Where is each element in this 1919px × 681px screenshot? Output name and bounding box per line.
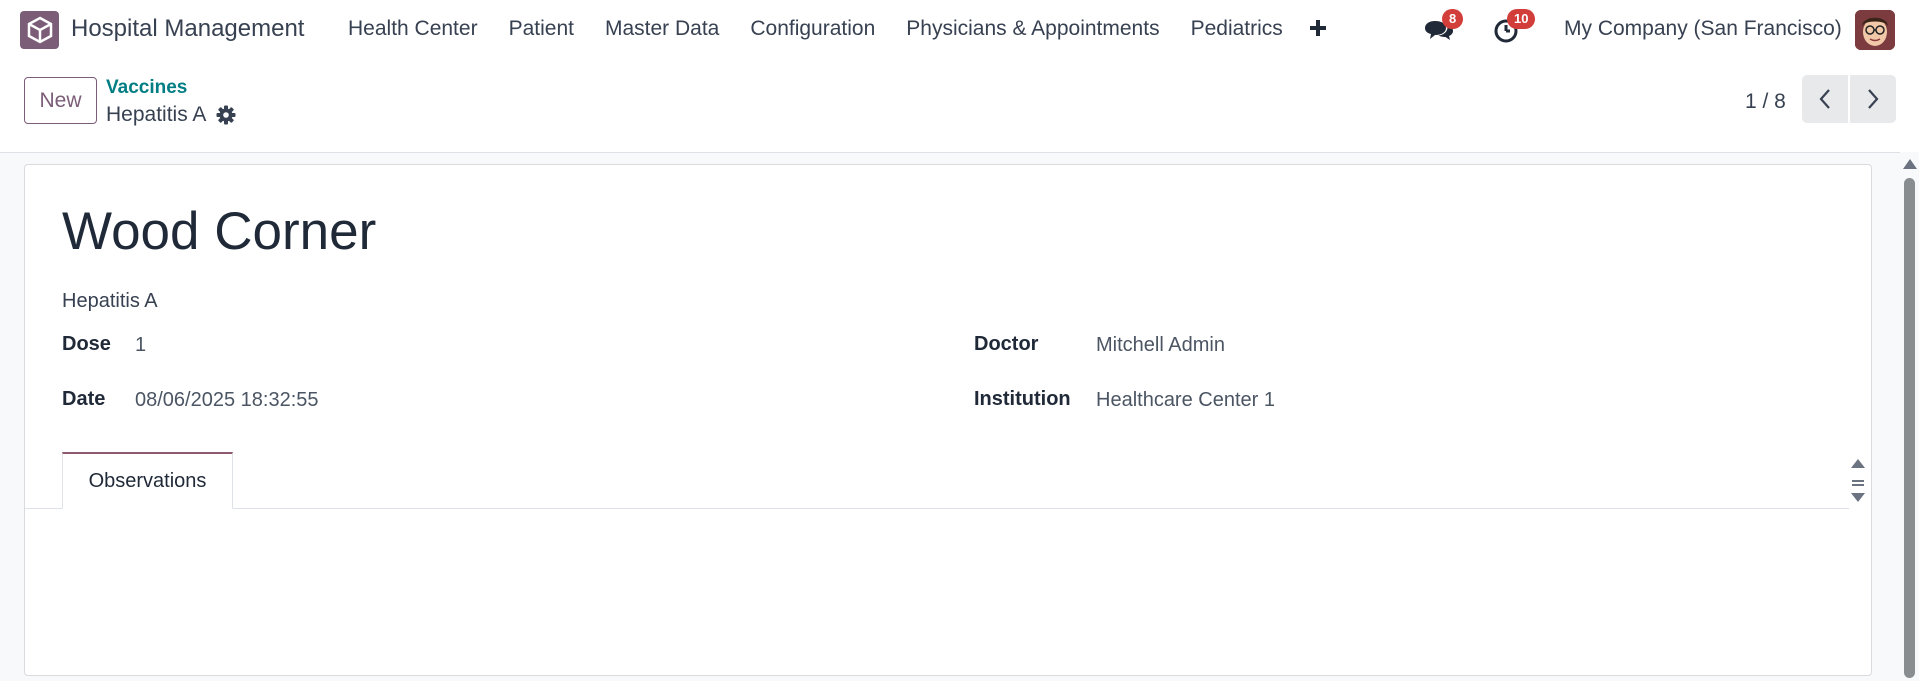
- app-logo-icon[interactable]: [20, 11, 59, 49]
- plus-icon[interactable]: [1307, 15, 1329, 41]
- institution-field[interactable]: Healthcare Center 1: [1096, 389, 1275, 412]
- date-field[interactable]: 08/06/2025 18:32:55: [135, 389, 319, 412]
- dose-label: Dose: [62, 333, 111, 355]
- scroll-up-arrow-icon[interactable]: [1902, 157, 1918, 169]
- app-name[interactable]: Hospital Management: [71, 15, 304, 43]
- record-title[interactable]: Wood Corner: [62, 201, 376, 262]
- tabs-divider: [25, 508, 1849, 509]
- institution-label: Institution: [974, 388, 1071, 410]
- control-panel: New Vaccines Hepatitis A 1 / 8: [0, 60, 1919, 153]
- top-navbar: Hospital Management Health Center Patien…: [0, 0, 1919, 60]
- vaccine-name[interactable]: Hepatitis A: [62, 290, 158, 313]
- form-sheet: Wood Corner Hepatitis A Dose 1 Date 08/0…: [24, 164, 1872, 676]
- page-scroll-thumb[interactable]: [1904, 178, 1915, 678]
- company-switcher[interactable]: My Company (San Francisco): [1564, 17, 1842, 41]
- doctor-label: Doctor: [974, 333, 1039, 355]
- gear-icon[interactable]: [216, 105, 236, 125]
- tab-observations[interactable]: Observations: [62, 452, 233, 509]
- messages-badge: 8: [1442, 9, 1464, 29]
- user-avatar[interactable]: [1855, 10, 1895, 50]
- menu-item-patient[interactable]: Patient: [509, 17, 574, 41]
- breadcrumb-current: Hepatitis A: [106, 103, 207, 126]
- pager-value[interactable]: 1 / 8: [1745, 90, 1786, 114]
- doctor-field[interactable]: Mitchell Admin: [1096, 334, 1225, 357]
- pager-next-button[interactable]: [1850, 75, 1896, 123]
- menu-item-configuration[interactable]: Configuration: [750, 17, 875, 41]
- activities-badge: 10: [1507, 9, 1536, 29]
- messages-button[interactable]: 8: [1424, 9, 1464, 44]
- date-label: Date: [62, 388, 106, 410]
- activities-button[interactable]: 10: [1493, 9, 1536, 44]
- pager-previous-button[interactable]: [1802, 75, 1848, 123]
- menu-item-health-center[interactable]: Health Center: [348, 17, 478, 41]
- dose-field[interactable]: 1: [135, 334, 146, 357]
- menu-item-physicians-appointments[interactable]: Physicians & Appointments: [906, 17, 1159, 41]
- tab-observations-label: Observations: [88, 469, 207, 492]
- chevron-left-icon: [1819, 89, 1830, 109]
- menu-item-master-data[interactable]: Master Data: [605, 17, 719, 41]
- new-button[interactable]: New: [24, 77, 97, 124]
- breadcrumb-parent-link[interactable]: Vaccines: [106, 77, 187, 99]
- tab-scroll-control[interactable]: [1849, 457, 1867, 507]
- chevron-right-icon: [1868, 89, 1879, 109]
- menu-item-pediatrics[interactable]: Pediatrics: [1191, 17, 1283, 41]
- main-menu: Health Center Patient Master Data Config…: [348, 17, 1314, 41]
